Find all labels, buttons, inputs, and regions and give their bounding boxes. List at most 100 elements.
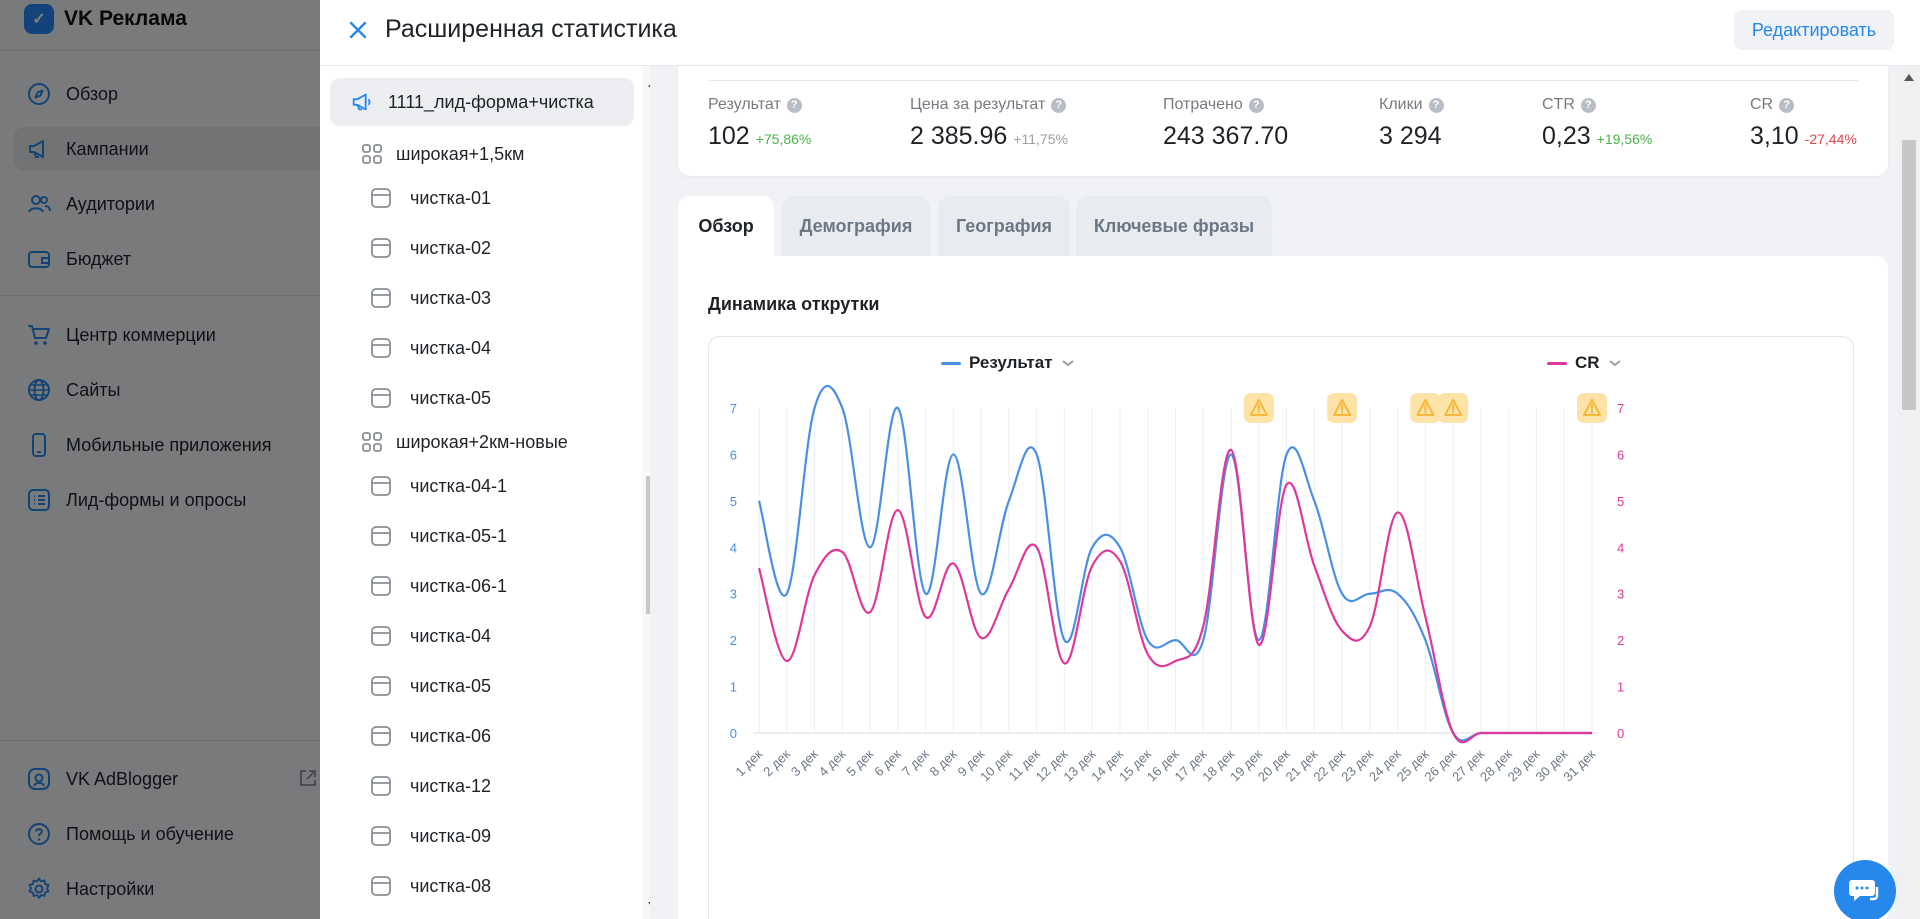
tree-item-ad[interactable]: чистка-04 [370, 326, 491, 370]
y-left-tick-label: 3 [730, 587, 737, 602]
divider [708, 80, 1858, 81]
scroll-up-arrow-icon[interactable] [1904, 74, 1914, 81]
tree-item-ad[interactable]: чистка-05-1 [370, 514, 507, 558]
y-left-tick-label: 2 [730, 633, 737, 648]
metrics-summary: Результат? 102 +75,86% Цена за результат? 2 … [678, 66, 1888, 176]
tab-overview[interactable]: Обзор [678, 196, 774, 256]
x-tick-label: 3 дек [788, 746, 821, 779]
tab-demography[interactable]: Демография [782, 196, 930, 256]
close-button[interactable] [344, 16, 372, 44]
y-right-tick-label: 0 [1617, 726, 1624, 741]
tree-item-label: чистка-09 [410, 825, 491, 846]
y-right-tick-label: 7 [1617, 401, 1624, 416]
y-right-tick-label: 3 [1617, 587, 1624, 602]
chart-frame: Результат CR 01234567012345671 дек 2 дек 3… [708, 336, 1854, 919]
chat-button[interactable] [1834, 860, 1896, 919]
warning-icon[interactable] [1327, 393, 1358, 423]
tree-item-ad[interactable]: чистка-05 [370, 376, 491, 420]
metric-delta: +11,75% [1013, 131, 1068, 147]
modal-overlay[interactable] [0, 0, 320, 919]
metric-label: Клики [1379, 96, 1423, 113]
edit-button[interactable]: Редактировать [1734, 10, 1894, 50]
y-right-tick-label: 6 [1617, 447, 1624, 462]
x-tick-label: 2 дек [760, 746, 793, 779]
y-left-tick-label: 5 [730, 494, 737, 509]
tree-item-campaign[interactable]: 1111_лид-форма+чистка [330, 78, 634, 126]
tree-item-ad[interactable]: чистка-12 [370, 764, 491, 808]
tree-item-ad[interactable]: чистка-05 [370, 664, 491, 708]
warning-icon[interactable] [1438, 393, 1469, 423]
y-right-tick-label: 4 [1617, 540, 1624, 555]
warning-icon[interactable] [1577, 393, 1607, 423]
tab-geography[interactable]: География [938, 196, 1070, 256]
help-tooltip-icon[interactable]: ? [786, 97, 802, 113]
help-tooltip-icon[interactable]: ? [1248, 97, 1264, 113]
tree-item-label: чистка-04 [410, 337, 491, 358]
extended-stats-panel: Расширенная статистика Редактировать 111… [320, 0, 1920, 919]
close-icon [349, 21, 367, 39]
x-tick-label: 8 дек [927, 746, 960, 779]
tree-item-ad[interactable]: чистка-06 [370, 714, 491, 758]
tree-item-label: 1111_лид-форма+чистка [388, 91, 594, 112]
metric-delta: +19,56% [1596, 131, 1653, 147]
ad-card-icon [371, 626, 391, 646]
ad-card-icon [371, 238, 391, 258]
x-tick-label: 5 дек [843, 746, 876, 779]
tree-item-ad[interactable]: чистка-04 [370, 614, 491, 658]
help-tooltip-icon[interactable]: ? [1779, 97, 1795, 113]
tree-item-ad[interactable]: чистка-06-1 [370, 564, 507, 608]
metric-0: Результат? 102 +75,86% [708, 96, 811, 151]
scroll-up-arrow-icon[interactable] [648, 80, 650, 87]
ad-card-icon [371, 876, 391, 896]
warning-icon[interactable] [1243, 393, 1274, 423]
metric-label: CR [1750, 96, 1774, 113]
y-right-tick-label: 5 [1617, 494, 1624, 509]
ad-group-icon [362, 432, 382, 452]
campaign-tree: 1111_лид-форма+чистка широкая+1,5км чистк… [320, 66, 650, 919]
tab-keywords[interactable]: Ключевые фразы [1076, 196, 1272, 256]
x-tick-label: 31 дек [1560, 746, 1598, 784]
tree-item-ad[interactable]: чистка-09 [370, 814, 491, 858]
tree-scroll-thumb[interactable] [646, 476, 650, 614]
tree-item-label: чистка-03 [410, 287, 491, 308]
help-tooltip-icon[interactable]: ? [1580, 97, 1596, 113]
x-tick-label: 6 дек [871, 746, 904, 779]
metric-delta: -27,44% [1804, 131, 1857, 147]
tree-item-label: широкая+2км-новые [396, 431, 568, 452]
metric-label: Потрачено [1163, 96, 1243, 113]
tree-item-label: чистка-01 [410, 187, 491, 208]
panel-header: Расширенная статистика Редактировать [320, 0, 1920, 66]
tree-item-label: чистка-05 [410, 675, 491, 696]
ad-card-icon [371, 476, 391, 496]
tree-item-ad[interactable]: чистка-04-1 [370, 464, 507, 508]
metric-label: CTR [1542, 96, 1575, 113]
x-tick-label: 7 дек [899, 746, 932, 779]
ad-card-icon [371, 576, 391, 596]
ad-card-icon [371, 526, 391, 546]
chat-icon [1849, 880, 1879, 901]
x-tick-label: 10 дек [977, 746, 1015, 784]
tree-item-label: чистка-06-1 [410, 575, 507, 596]
help-tooltip-icon[interactable]: ? [1051, 97, 1067, 113]
y-left-tick-label: 0 [730, 726, 737, 741]
tree-item-label: чистка-02 [410, 237, 491, 258]
help-tooltip-icon[interactable]: ? [1428, 97, 1444, 113]
warning-icon[interactable] [1410, 393, 1441, 423]
y-left-tick-label: 6 [730, 447, 737, 462]
metric-value: 3 294 [1379, 122, 1442, 150]
metric-value: 0,23 [1542, 122, 1591, 150]
tree-item-label: чистка-06 [410, 725, 491, 746]
page-title: Расширенная статистика [385, 15, 677, 43]
scroll-down-arrow-icon[interactable] [648, 902, 650, 909]
tree-item-ad[interactable]: чистка-03 [370, 276, 491, 320]
tree-item-ad[interactable]: чистка-01 [370, 176, 491, 220]
ad-group-icon [362, 144, 382, 164]
tree-item-label: чистка-04 [410, 625, 491, 646]
tree-item-ad[interactable]: чистка-08 [370, 864, 491, 908]
tree-item-ad-group[interactable]: широкая+2км-новые [360, 420, 568, 464]
page-scroll-thumb[interactable] [1902, 140, 1916, 410]
chart-title: Динамика открутки [708, 294, 880, 314]
tree-item-label: чистка-08 [410, 875, 491, 896]
tree-item-ad[interactable]: чистка-02 [370, 226, 491, 270]
tree-item-ad-group[interactable]: широкая+1,5км [360, 132, 524, 176]
